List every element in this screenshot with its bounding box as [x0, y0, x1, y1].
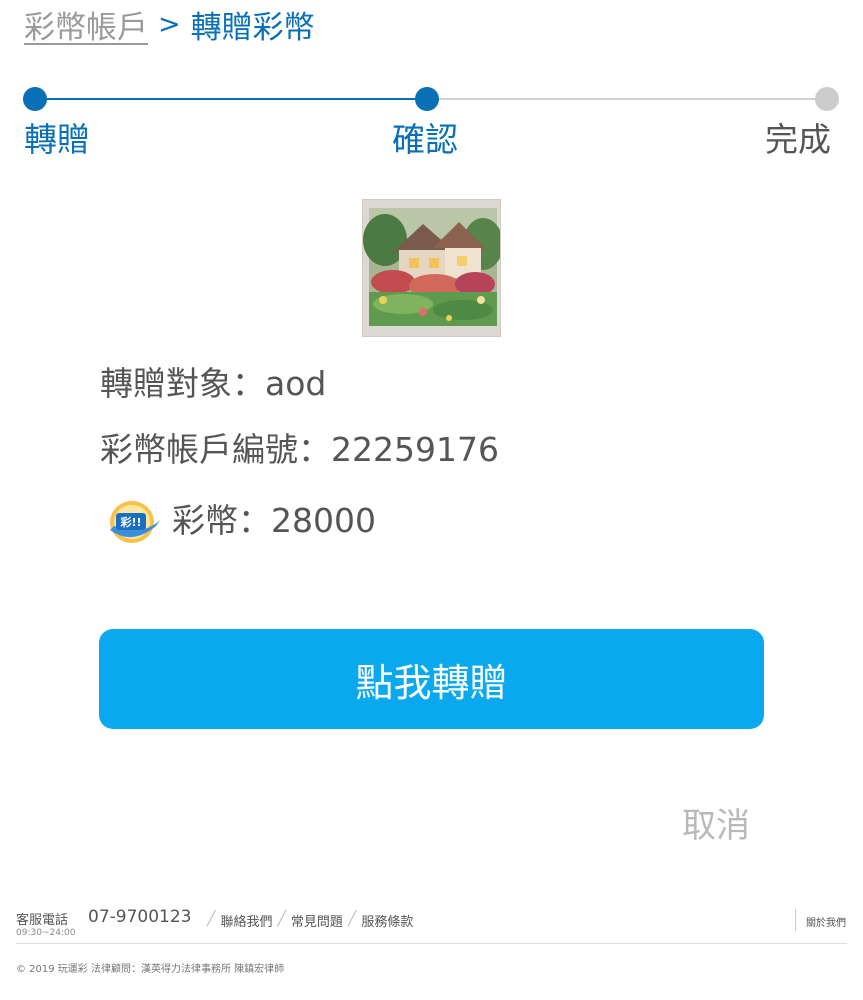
customer-service-hours: 09:30~24:00 — [16, 928, 76, 938]
footer-divider — [16, 943, 847, 944]
footer-slash-divider: ╱ — [347, 911, 357, 927]
footer-link-faq[interactable]: 常見問題 — [291, 911, 343, 930]
lottery-coin-icon: 彩!! — [110, 501, 160, 543]
breadcrumb-current: 轉贈彩幣 — [190, 9, 315, 46]
cancel-button[interactable]: 取消 — [682, 798, 750, 847]
recipient-avatar-image — [362, 199, 501, 337]
coin-icon-text: 彩!! — [119, 515, 141, 529]
transfer-confirm-page: 彩幣帳戶 > 轉贈彩幣 轉贈 確認 完成 轉贈對象：aod 彩幣帳戶編號：222… — [0, 0, 863, 1000]
account-number-value: 22259176 — [331, 430, 499, 469]
footer-link-terms[interactable]: 服務條款 — [361, 911, 413, 930]
step-dot-confirm — [415, 87, 439, 111]
breadcrumb-link-coin-account[interactable]: 彩幣帳戶 — [24, 2, 148, 47]
stepper-line-pending — [427, 98, 827, 100]
customer-service-phone[interactable]: 07-9700123 — [88, 907, 191, 927]
recipient-label: 轉贈對象： — [100, 364, 265, 403]
confirm-transfer-button[interactable]: 點我轉贈 — [99, 629, 764, 729]
account-number-info: 彩幣帳戶編號：22259176 — [100, 428, 499, 472]
customer-service-label: 客服電話 — [16, 913, 69, 928]
footer-vertical-divider — [795, 909, 796, 931]
account-number-label: 彩幣帳戶編號： — [100, 430, 331, 469]
step-label-complete: 完成 — [765, 120, 831, 159]
footer-links-row: 客服電話 09:30~24:00 07-9700123 ╱ 聯絡我們 ╱ 常見問… — [16, 905, 847, 943]
step-dot-transfer — [23, 87, 47, 111]
footer-link-about[interactable]: 關於我們 — [806, 914, 846, 929]
step-dot-complete — [815, 87, 839, 111]
copyright-text: © 2019 玩運彩 法律顧問：漢英得力法律事務所 陳鎮宏律師 — [16, 964, 285, 975]
stepper-line-completed — [36, 98, 426, 100]
recipient-value: aod — [265, 364, 327, 403]
cottage-painting-image — [363, 200, 500, 336]
footer-links: ╱ 聯絡我們 ╱ 常見問題 ╱ 服務條款 — [202, 911, 413, 930]
coin-amount-info: 彩!! 彩幣： 28000 — [104, 496, 376, 546]
coin-amount-label: 彩幣： — [172, 501, 271, 540]
step-label-transfer: 轉贈 — [24, 120, 90, 159]
coin-amount-value: 28000 — [271, 501, 376, 540]
footer-slash-divider: ╱ — [207, 911, 216, 927]
footer-slash-divider: ╱ — [277, 911, 286, 927]
recipient-info: 轉贈對象：aod — [100, 362, 326, 406]
footer-link-contact[interactable]: 聯絡我們 — [220, 911, 272, 930]
breadcrumb: 彩幣帳戶 > 轉贈彩幣 — [24, 2, 315, 47]
step-label-confirm: 確認 — [392, 120, 458, 159]
progress-stepper: 轉贈 確認 完成 — [0, 80, 863, 170]
breadcrumb-separator: > — [158, 8, 181, 40]
